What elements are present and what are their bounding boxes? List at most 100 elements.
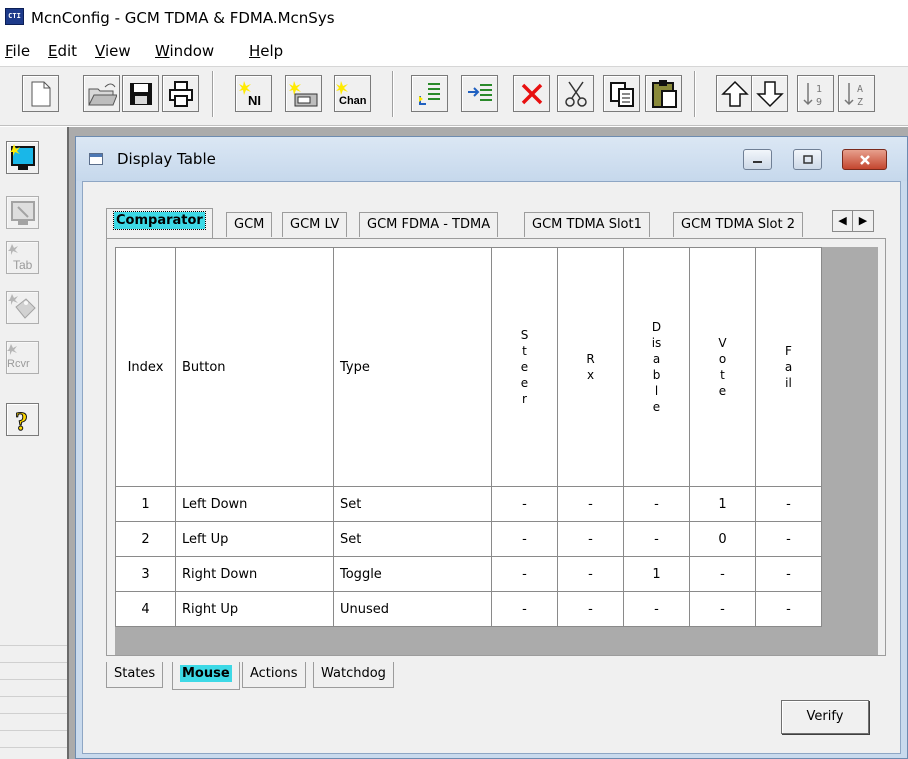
menu-file[interactable]: File [5,40,30,62]
header-steer[interactable]: Steer [491,247,558,487]
header-type[interactable]: Type [333,247,492,487]
display-config-button[interactable] [6,196,39,229]
cell-button[interactable]: Left Down [175,486,334,522]
new-device-button[interactable] [285,75,322,112]
insert-after-icon [418,82,440,105]
cell-vote[interactable]: 0 [689,521,756,557]
menu-edit[interactable]: Edit [48,40,77,62]
new-tab-button[interactable]: Tab [6,241,39,274]
tab-gcm-lv[interactable]: GCM LV [282,212,348,237]
close-button[interactable] [842,149,887,170]
paste-button[interactable] [645,75,682,112]
cell-vote[interactable]: 1 [689,486,756,522]
left-toolbar: Tab Rcvr ? [0,127,68,759]
svg-text:A: A [857,84,863,95]
minimize-button[interactable] [743,149,772,170]
tab-gcm-fdma-tdma[interactable]: GCM FDMA - TDMA [359,212,499,237]
left-button-group: Tab Rcvr ? [4,141,40,581]
copy-button[interactable] [603,75,640,112]
scissors-icon [564,81,587,107]
insert-after-button[interactable] [411,75,448,112]
verify-button[interactable]: Verify [781,700,869,734]
cell-rx[interactable]: - [557,591,624,627]
insert-before-button[interactable] [461,75,498,112]
cell-steer[interactable]: - [491,521,558,557]
tab-comparator[interactable]: Comparator [106,208,213,238]
tab-mouse[interactable]: Mouse [172,662,240,690]
menu-window[interactable]: Window [155,40,214,62]
cell-steer[interactable]: - [491,556,558,592]
cell-index[interactable]: 3 [115,556,176,592]
cell-button[interactable]: Right Down [175,556,334,592]
cell-index[interactable]: 4 [115,591,176,627]
header-fail[interactable]: Fail [755,247,822,487]
open-file-button[interactable] [83,75,120,112]
cut-button[interactable] [557,75,594,112]
toolbar-separator [392,71,394,117]
cell-button[interactable]: Left Up [175,521,334,557]
move-up-button[interactable] [716,75,753,112]
new-tag-button[interactable] [6,291,39,324]
tab-scroll-right-button[interactable]: ▶ [853,211,873,231]
sort-numeric-button[interactable]: 19 [797,75,834,112]
header-button[interactable]: Button [175,247,334,487]
move-down-button[interactable] [751,75,788,112]
header-row: Index Button Type Steer Rx Disable Vote … [115,247,822,487]
cell-type[interactable]: Set [333,486,492,522]
cell-rx[interactable]: - [557,556,624,592]
cell-disable[interactable]: - [623,521,690,557]
tab-gcm-tdma-slot1[interactable]: GCM TDMA Slot1 [524,212,650,237]
cell-rx[interactable]: - [557,486,624,522]
cell-fail[interactable]: - [755,591,822,627]
cell-button[interactable]: Right Up [175,591,334,627]
delete-button[interactable] [513,75,550,112]
tab-watchdog[interactable]: Watchdog [313,662,394,688]
cell-type[interactable]: Toggle [333,556,492,592]
tab-gcm-tdma-slot2[interactable]: GCM TDMA Slot 2 [673,212,804,237]
header-steer-label: Steer [520,328,529,406]
tab-actions[interactable]: Actions [242,662,306,688]
header-index[interactable]: Index [115,247,176,487]
print-button[interactable] [162,75,199,112]
cell-vote[interactable]: - [689,591,756,627]
sort-alpha-button[interactable]: AZ [838,75,875,112]
cell-disable[interactable]: - [623,486,690,522]
cell-vote[interactable]: - [689,556,756,592]
new-file-button[interactable] [22,75,59,112]
cell-type[interactable]: Unused [333,591,492,627]
new-rcvr-button[interactable]: Rcvr [6,341,39,374]
tab-scroll-left-button[interactable]: ◀ [833,211,853,231]
cell-disable[interactable]: 1 [623,556,690,592]
cell-index[interactable]: 1 [115,486,176,522]
menu-help[interactable]: Help [249,40,283,62]
header-fail-label: Fail [784,344,793,390]
child-titlebar[interactable]: Display Table [76,137,907,181]
cell-type[interactable]: Set [333,521,492,557]
cell-rx[interactable]: - [557,521,624,557]
display-window-button[interactable] [6,141,39,174]
display-table-window: Display Table Comparator GCM GCM LV GCM … [75,136,908,759]
cell-index[interactable]: 2 [115,521,176,557]
tab-states[interactable]: States [106,662,164,688]
header-rx[interactable]: Rx [557,247,624,487]
save-button[interactable] [122,75,159,112]
top-tab-strip: Comparator GCM GCM LV GCM FDMA - TDMA GC… [106,208,846,238]
new-ni-button[interactable]: NI [235,75,272,112]
cell-disable[interactable]: - [623,591,690,627]
cell-steer[interactable]: - [491,486,558,522]
svg-text:NI: NI [248,93,261,108]
menu-view[interactable]: View [95,40,131,62]
table-row: 4 Right Up Unused - - - - - [115,591,822,627]
restore-icon [802,154,813,164]
new-chan-button[interactable]: Chan [334,75,371,112]
cell-fail[interactable]: - [755,521,822,557]
cell-steer[interactable]: - [491,591,558,627]
restore-button[interactable] [793,149,822,170]
help-button[interactable]: ? [6,403,39,436]
cell-fail[interactable]: - [755,556,822,592]
tab-gcm[interactable]: GCM [226,212,273,237]
header-disable[interactable]: Disable [623,247,690,487]
cell-fail[interactable]: - [755,486,822,522]
new-document-icon [31,81,50,106]
header-vote[interactable]: Vote [689,247,756,487]
